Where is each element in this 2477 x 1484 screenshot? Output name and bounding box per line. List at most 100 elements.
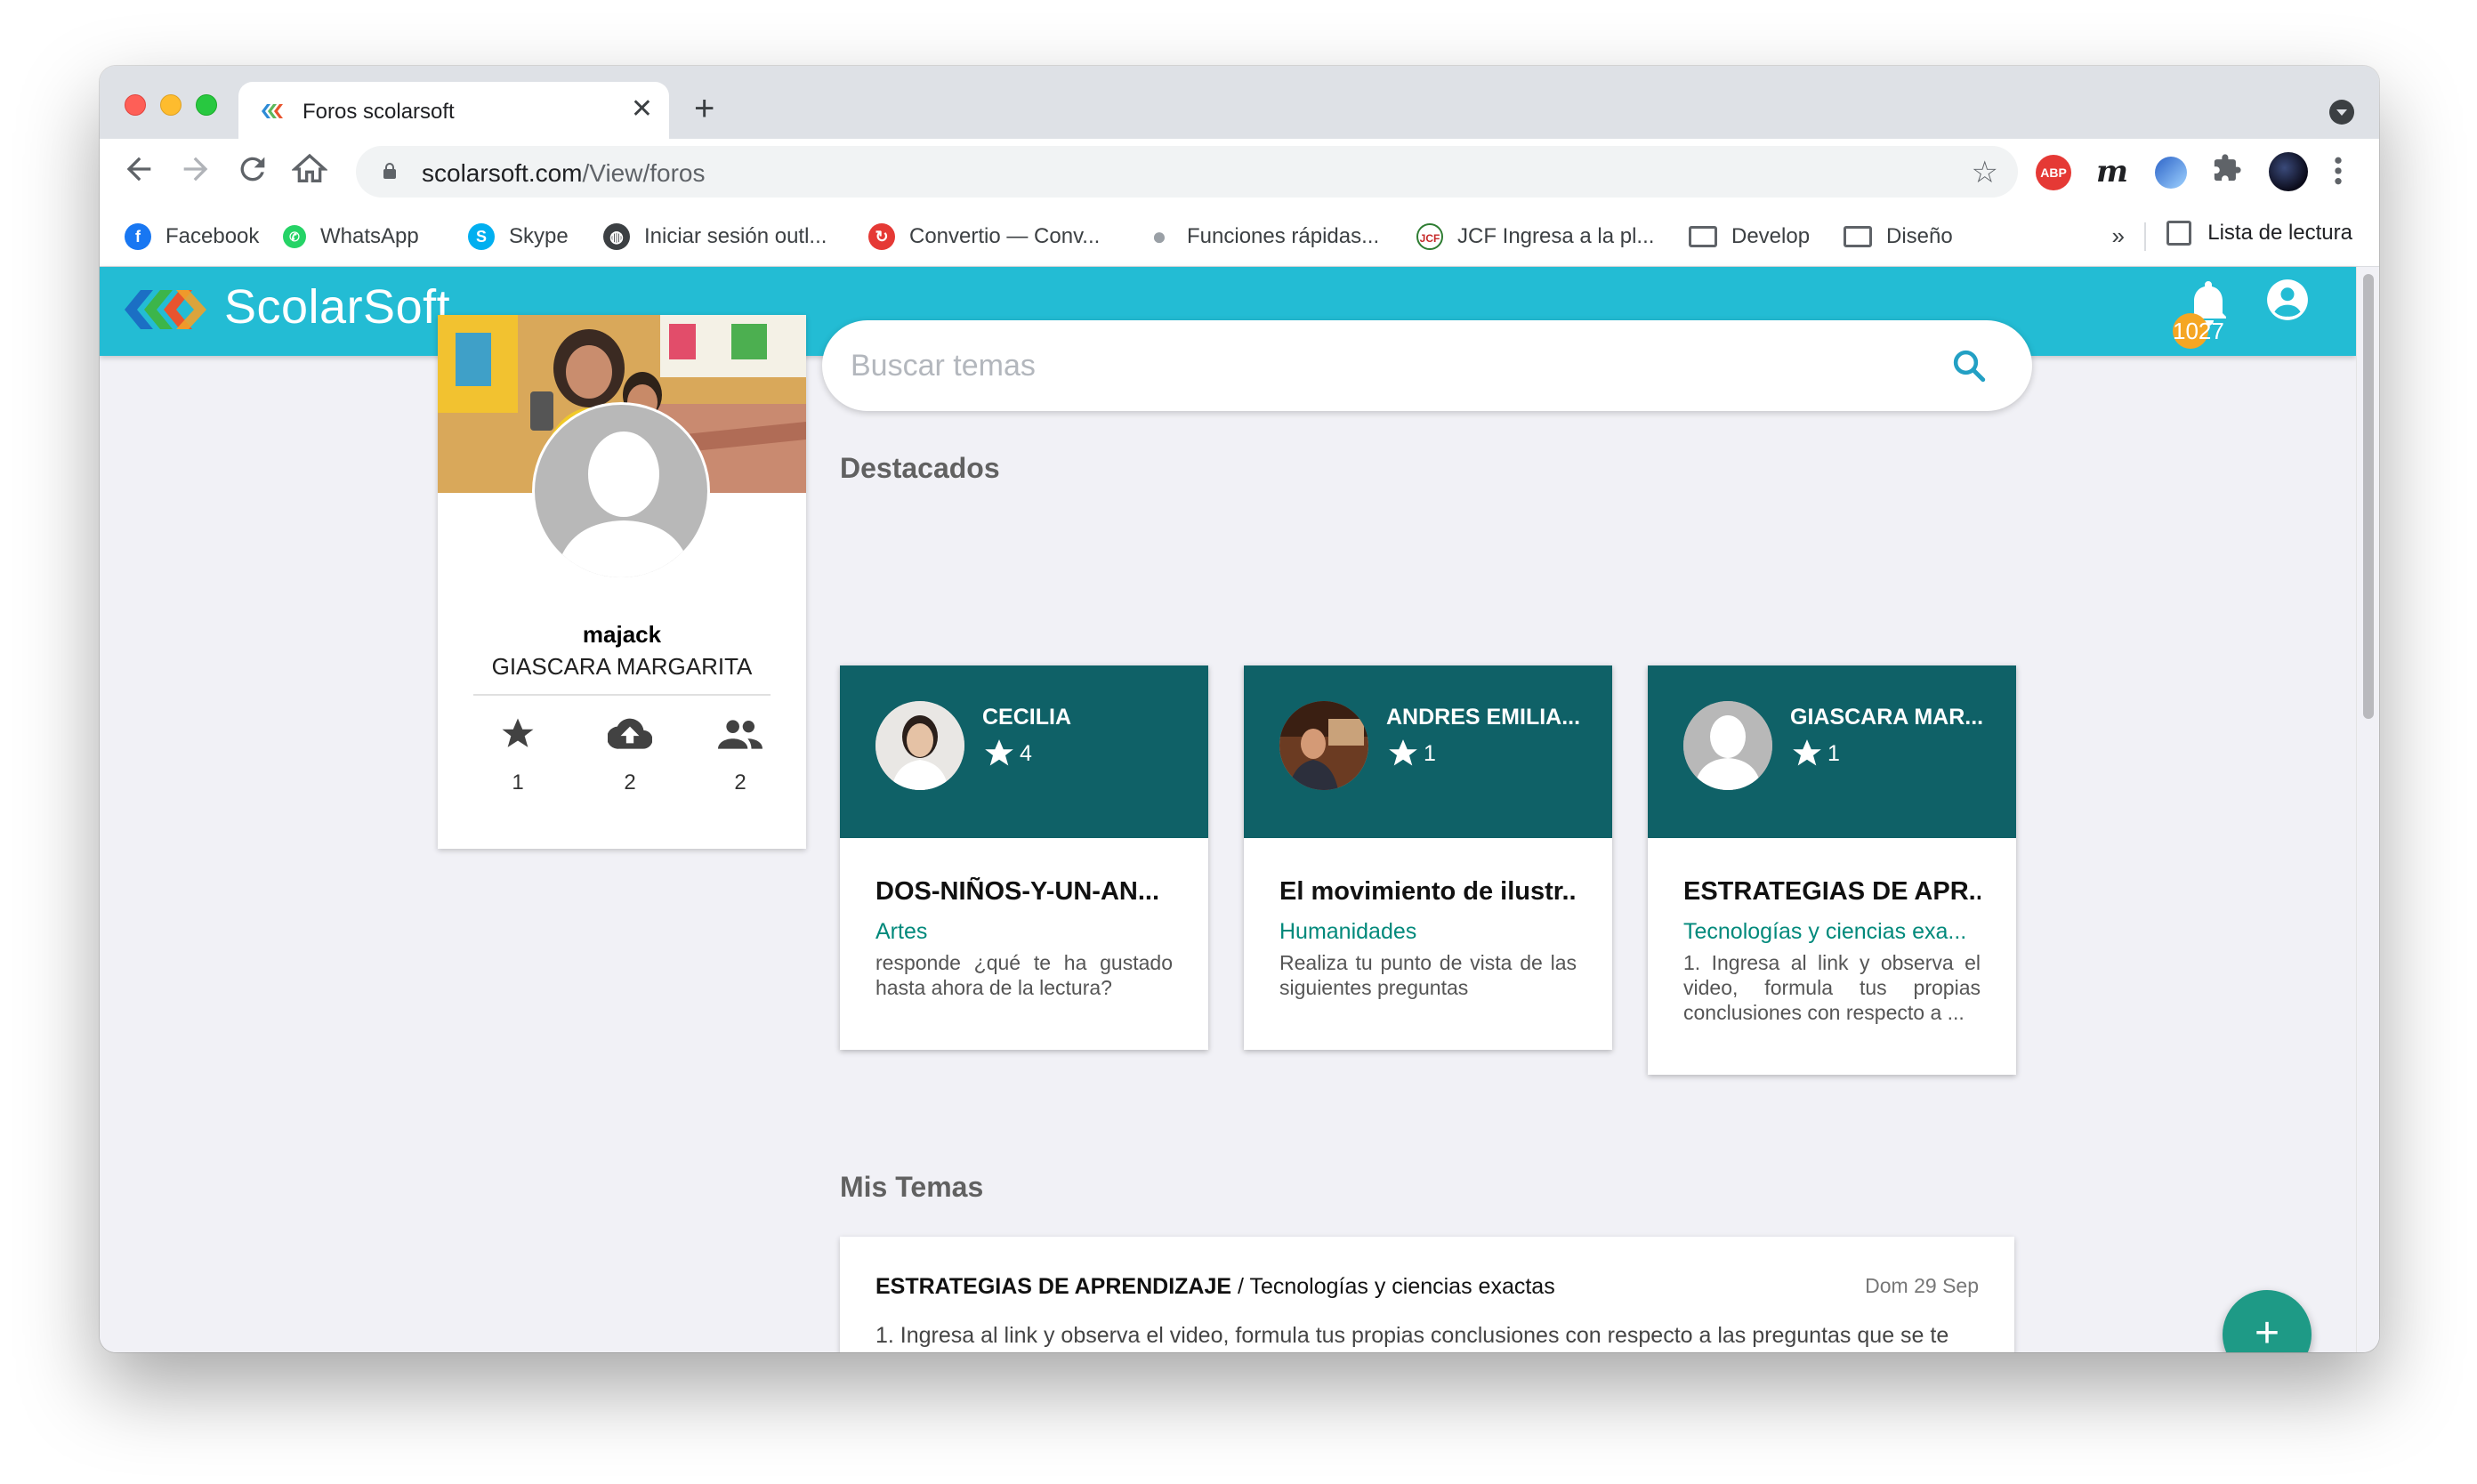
author-name: CECILIA: [982, 705, 1071, 730]
convertio-icon: ↻: [868, 223, 895, 250]
forward-button[interactable]: [178, 151, 214, 187]
tab-foros[interactable]: Foros scolarsoft ✕: [238, 82, 669, 139]
browser-toolbar: scolarsoft.com/View/foros ☆ ABP m: [100, 139, 2379, 206]
address-bar[interactable]: scolarsoft.com/View/foros ☆: [356, 146, 2018, 198]
search-icon[interactable]: [1950, 347, 1988, 384]
topic-description: responde ¿qué te ha gustado hasta ahora …: [875, 951, 1173, 999]
profile-avatar[interactable]: [2269, 152, 2308, 191]
extension-circle-icon[interactable]: [2155, 157, 2187, 189]
bookmark-facebook[interactable]: f Facebook: [125, 221, 259, 253]
arrow-left-icon: [126, 157, 151, 181]
browser-window: Foros scolarsoft ✕ + scolarsoft.com/View…: [100, 66, 2379, 1352]
brand-name: ScolarSoft: [224, 280, 451, 334]
minimize-window-button[interactable]: [160, 94, 182, 116]
maximize-window-button[interactable]: [196, 94, 217, 116]
scolarsoft-logo-icon: [125, 290, 206, 329]
star-icon: [985, 739, 1013, 766]
account-circle-icon[interactable]: [2265, 278, 2310, 322]
star-icon: [1793, 739, 1821, 766]
more-bookmarks-icon[interactable]: »: [2112, 222, 2125, 250]
extensions-puzzle-icon[interactable]: [2212, 153, 2249, 190]
star-icon: [502, 718, 534, 747]
add-topic-button[interactable]: +: [2223, 1290, 2312, 1352]
skype-icon: S: [468, 223, 495, 250]
featured-card-body: El movimiento de ilustr... Humanidades R…: [1244, 838, 1612, 1027]
bookmark-label: Facebook: [165, 224, 260, 248]
profile-avatar-placeholder: [532, 402, 710, 580]
url-text: scolarsoft.com/View/foros: [422, 159, 706, 188]
profile-full-name: GIASCARA MARGARITA: [491, 653, 753, 680]
bookmark-convertio[interactable]: ↻ Convertio — Conv...: [868, 221, 1100, 253]
bookmark-label: WhatsApp: [320, 224, 419, 248]
bookmark-funciones[interactable]: ● Funciones rápidas...: [1146, 221, 1380, 253]
topic-category: / Tecnologías y ciencias exactas: [1238, 1274, 1555, 1299]
author-rating: 4: [982, 737, 1032, 770]
topic-date: Dom 29 Sep: [1865, 1274, 1979, 1297]
bookmark-folder-develop[interactable]: Develop: [1689, 221, 1810, 253]
bookmark-label: Diseño: [1886, 224, 1953, 248]
new-tab-button[interactable]: +: [694, 91, 714, 126]
bookmark-folder-diseno[interactable]: Diseño: [1844, 221, 1953, 253]
my-topic-card[interactable]: ESTRATEGIAS DE APRENDIZAJE / Tecnologías…: [840, 1237, 2014, 1352]
reading-list-button[interactable]: Lista de lectura: [2166, 221, 2352, 246]
kebab-icon: [2335, 157, 2342, 185]
bookmark-whatsapp[interactable]: ✆ WhatsApp: [283, 221, 419, 253]
adblock-plus-icon[interactable]: ABP: [2036, 155, 2071, 190]
notifications-count: 1027: [2173, 318, 2224, 344]
tab-title: Foros scolarsoft: [303, 100, 455, 124]
featured-section-title: Destacados: [840, 452, 1000, 484]
bookmark-skype[interactable]: S Skype: [468, 221, 569, 253]
url-domain: scolarsoft.com: [422, 159, 583, 187]
topic-description: 1. Ingresa al link y observa el video, f…: [875, 1323, 1949, 1352]
lock-icon: [383, 163, 396, 179]
bookmark-label: Develop: [1731, 224, 1811, 248]
topic-title: ESTRATEGIAS DE APR...: [1683, 877, 1981, 906]
topic-category: Humanidades: [1279, 919, 1417, 944]
stat-people[interactable]: 2: [696, 714, 785, 795]
search-input[interactable]: [851, 342, 1918, 390]
stat-value: 2: [624, 770, 636, 794]
tab-search-button[interactable]: [2329, 100, 2354, 125]
bookmark-star-icon[interactable]: ☆: [1972, 155, 1998, 190]
bookmark-label: Funciones rápidas...: [1187, 224, 1380, 248]
globe-icon: ◍: [603, 223, 630, 250]
topic-title: El movimiento de ilustr...: [1279, 877, 1577, 906]
rating-value: 1: [1827, 740, 1840, 766]
featured-card[interactable]: GIASCARA MAR... 1 ESTRATEGIAS DE APR... …: [1648, 665, 2016, 1075]
author-name: GIASCARA MAR...: [1790, 705, 1984, 730]
my-topics-section-title: Mis Temas: [840, 1171, 984, 1203]
author-rating: 1: [1790, 737, 1840, 770]
folder-icon: [1689, 226, 1717, 247]
browser-menu-icon[interactable]: [2329, 153, 2347, 190]
author-name: ANDRES EMILIA...: [1386, 705, 1581, 730]
bookmark-label: JCF Ingresa a la pl...: [1457, 224, 1655, 248]
bookmark-jcf[interactable]: JCF JCF Ingresa a la pl...: [1416, 221, 1654, 253]
featured-card[interactable]: ANDRES EMILIA... 1 El movimiento de ilus…: [1244, 665, 1612, 1050]
scrollbar-thumb[interactable]: [2363, 274, 2374, 719]
author-photo-image: [1279, 701, 1368, 790]
author-rating: 1: [1386, 737, 1436, 770]
bookmark-outlook[interactable]: ◍ Iniciar sesión outl...: [603, 221, 827, 253]
reading-list-label: Lista de lectura: [2207, 221, 2352, 245]
whatsapp-icon: ✆: [283, 225, 306, 248]
reload-button[interactable]: [235, 151, 270, 187]
extension-m-icon[interactable]: m: [2096, 153, 2134, 190]
bookmark-label: Convertio — Conv...: [909, 224, 1101, 248]
facebook-icon: f: [125, 223, 151, 250]
profile-username: majack: [582, 621, 662, 648]
apple-icon: ●: [1151, 222, 1167, 250]
stat-uploads[interactable]: 2: [585, 714, 674, 795]
back-button[interactable]: [121, 151, 157, 187]
stat-stars[interactable]: 1: [473, 714, 562, 795]
featured-card[interactable]: CECILIA 4 DOS-NIÑOS-Y-UN-AN... Artes res…: [840, 665, 1208, 1050]
rating-value: 4: [1020, 740, 1032, 766]
close-tab-icon[interactable]: ✕: [631, 94, 653, 125]
author-avatar: [1683, 701, 1772, 790]
cloud-upload-icon: [608, 718, 652, 749]
home-button[interactable]: [290, 151, 329, 187]
close-window-button[interactable]: [125, 94, 146, 116]
featured-card-body: DOS-NIÑOS-Y-UN-AN... Artes responde ¿qué…: [840, 838, 1208, 1027]
page-scrollbar[interactable]: [2356, 267, 2379, 1352]
tab-strip: Foros scolarsoft ✕ +: [100, 66, 2379, 139]
folder-icon: [1844, 226, 1872, 247]
